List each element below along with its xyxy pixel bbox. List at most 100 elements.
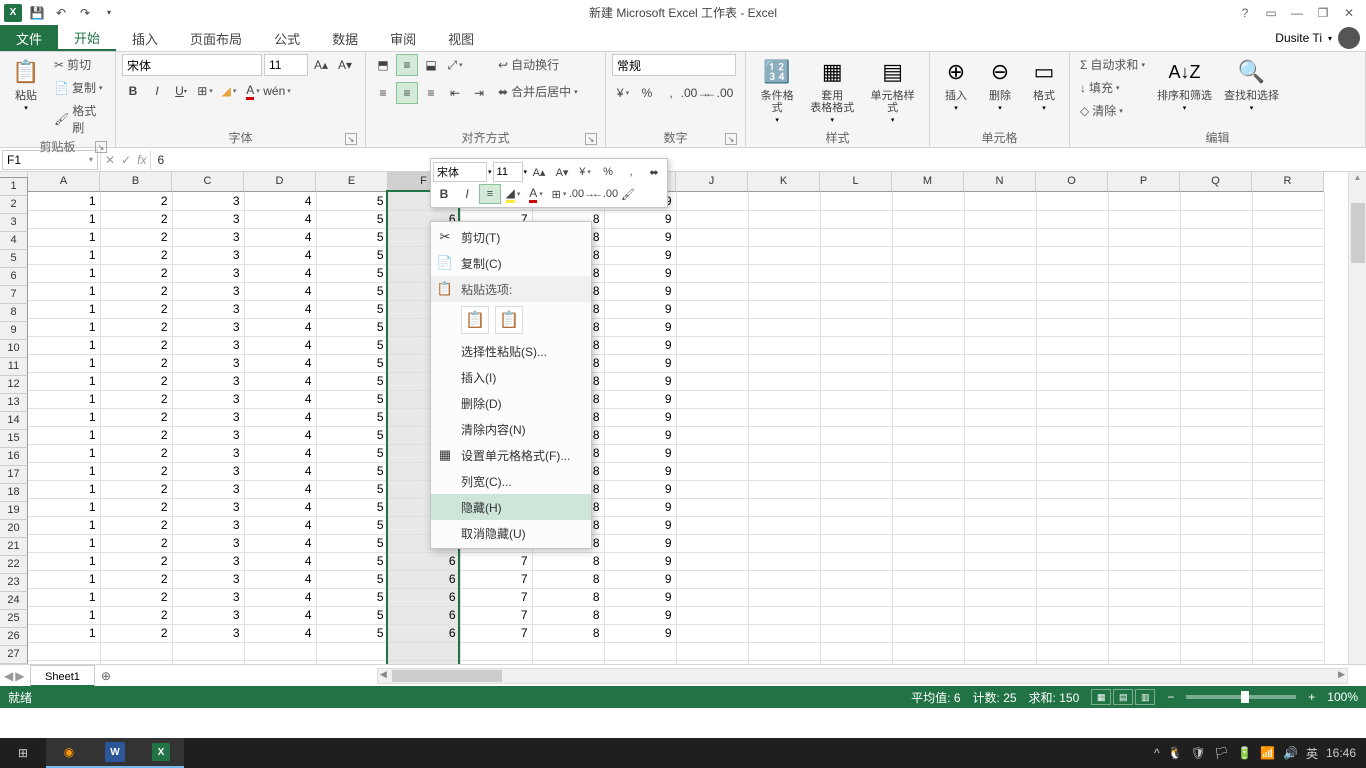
cell[interactable]	[1108, 516, 1180, 534]
cell[interactable]	[1036, 318, 1108, 336]
cell[interactable]: 1	[28, 624, 100, 642]
mini-dec-decimal-icon[interactable]: ←.00	[594, 184, 616, 204]
cell[interactable]: 2	[100, 408, 172, 426]
cell[interactable]: 1	[28, 264, 100, 282]
zoom-level[interactable]: 100%	[1327, 690, 1358, 704]
paste-values-icon[interactable]: 📋	[495, 306, 523, 334]
cell[interactable]	[1036, 516, 1108, 534]
mini-percent-icon[interactable]: %	[597, 162, 619, 182]
cell[interactable]: 5	[316, 498, 388, 516]
cell[interactable]: 3	[172, 264, 244, 282]
cell[interactable]	[748, 480, 820, 498]
cell[interactable]: 9	[604, 588, 676, 606]
cell[interactable]	[1108, 246, 1180, 264]
cm-cut[interactable]: ✂剪切(T)	[431, 224, 591, 250]
cell[interactable]: 3	[172, 624, 244, 642]
cell[interactable]: 5	[316, 570, 388, 588]
cell[interactable]: 5	[316, 516, 388, 534]
cell[interactable]: 9	[604, 390, 676, 408]
cell[interactable]: 2	[100, 390, 172, 408]
cell[interactable]	[676, 192, 748, 210]
cell[interactable]: 3	[172, 552, 244, 570]
cell[interactable]	[964, 588, 1036, 606]
cell[interactable]	[964, 192, 1036, 210]
cell[interactable]	[748, 624, 820, 642]
cell[interactable]	[1108, 534, 1180, 552]
cell[interactable]: 2	[100, 606, 172, 624]
cell[interactable]	[1252, 336, 1324, 354]
cm-column-width[interactable]: 列宽(C)...	[431, 468, 591, 494]
cell[interactable]	[964, 552, 1036, 570]
view-page-layout-icon[interactable]: ▤	[1113, 689, 1133, 705]
cell[interactable]	[892, 462, 964, 480]
align-top-icon[interactable]: ⬒	[372, 54, 394, 76]
cell[interactable]	[748, 534, 820, 552]
cell[interactable]	[892, 624, 964, 642]
cell[interactable]	[1252, 480, 1324, 498]
cell[interactable]	[1108, 282, 1180, 300]
format-cells-button[interactable]: ▭格式▾	[1024, 54, 1064, 114]
cell[interactable]	[1252, 606, 1324, 624]
cell[interactable]	[820, 228, 892, 246]
cell[interactable]: 6	[388, 588, 460, 606]
increase-indent-icon[interactable]: ⇥	[468, 82, 490, 104]
zoom-in-icon[interactable]: +	[1308, 690, 1315, 704]
cell[interactable]	[1180, 264, 1252, 282]
cell[interactable]	[964, 282, 1036, 300]
cell[interactable]	[820, 408, 892, 426]
cell[interactable]: 4	[244, 228, 316, 246]
cell[interactable]: 4	[244, 318, 316, 336]
tab-insert[interactable]: 插入	[116, 25, 174, 51]
mini-font-color-icon[interactable]: A	[525, 184, 547, 204]
cell[interactable]	[892, 480, 964, 498]
find-select-button[interactable]: 🔍查找和选择▾	[1220, 54, 1283, 114]
cell[interactable]	[676, 426, 748, 444]
row-header-15[interactable]: 15	[0, 430, 28, 448]
cell[interactable]: 1	[28, 498, 100, 516]
cell[interactable]: 3	[172, 192, 244, 210]
cell[interactable]	[1036, 300, 1108, 318]
col-header-K[interactable]: K	[748, 172, 820, 192]
cell[interactable]: 5	[316, 282, 388, 300]
cell[interactable]	[1180, 282, 1252, 300]
tab-review[interactable]: 审阅	[374, 25, 432, 51]
row-header-3[interactable]: 3	[0, 214, 28, 232]
cell[interactable]	[676, 552, 748, 570]
format-table-button[interactable]: ▦套用 表格格式▾	[806, 54, 858, 126]
cell[interactable]	[820, 282, 892, 300]
cell[interactable]	[964, 534, 1036, 552]
row-header-21[interactable]: 21	[0, 538, 28, 556]
mini-format-painter-icon[interactable]: 🖌	[617, 184, 639, 204]
cell[interactable]: 5	[316, 264, 388, 282]
cell[interactable]	[676, 570, 748, 588]
cell[interactable]	[820, 480, 892, 498]
row-header-20[interactable]: 20	[0, 520, 28, 538]
cm-unhide[interactable]: 取消隐藏(U)	[431, 520, 591, 546]
tab-view[interactable]: 视图	[432, 25, 490, 51]
cell[interactable]	[1180, 588, 1252, 606]
cell[interactable]	[1036, 498, 1108, 516]
cell[interactable]	[748, 426, 820, 444]
cell[interactable]: 4	[244, 192, 316, 210]
cell[interactable]	[1180, 408, 1252, 426]
col-header-M[interactable]: M	[892, 172, 964, 192]
delete-cells-button[interactable]: ⊖删除▾	[980, 54, 1020, 114]
taskbar-firefox[interactable]: ◉	[46, 738, 92, 768]
row-header-19[interactable]: 19	[0, 502, 28, 520]
cell[interactable]	[676, 462, 748, 480]
clear-button[interactable]: ◇清除▾	[1076, 100, 1149, 121]
cell[interactable]	[820, 264, 892, 282]
cell[interactable]	[964, 516, 1036, 534]
conditional-formatting-button[interactable]: 🔢条件格式▾	[752, 54, 802, 126]
cell[interactable]	[964, 372, 1036, 390]
cell[interactable]	[892, 642, 964, 660]
cell[interactable]	[1180, 624, 1252, 642]
col-header-P[interactable]: P	[1108, 172, 1180, 192]
cell[interactable]	[676, 480, 748, 498]
cell[interactable]	[1252, 390, 1324, 408]
cell[interactable]: 1	[28, 192, 100, 210]
tab-nav-next[interactable]: ▶	[15, 669, 24, 683]
cell[interactable]: 7	[460, 552, 532, 570]
cell[interactable]	[1180, 354, 1252, 372]
cell[interactable]: 2	[100, 246, 172, 264]
